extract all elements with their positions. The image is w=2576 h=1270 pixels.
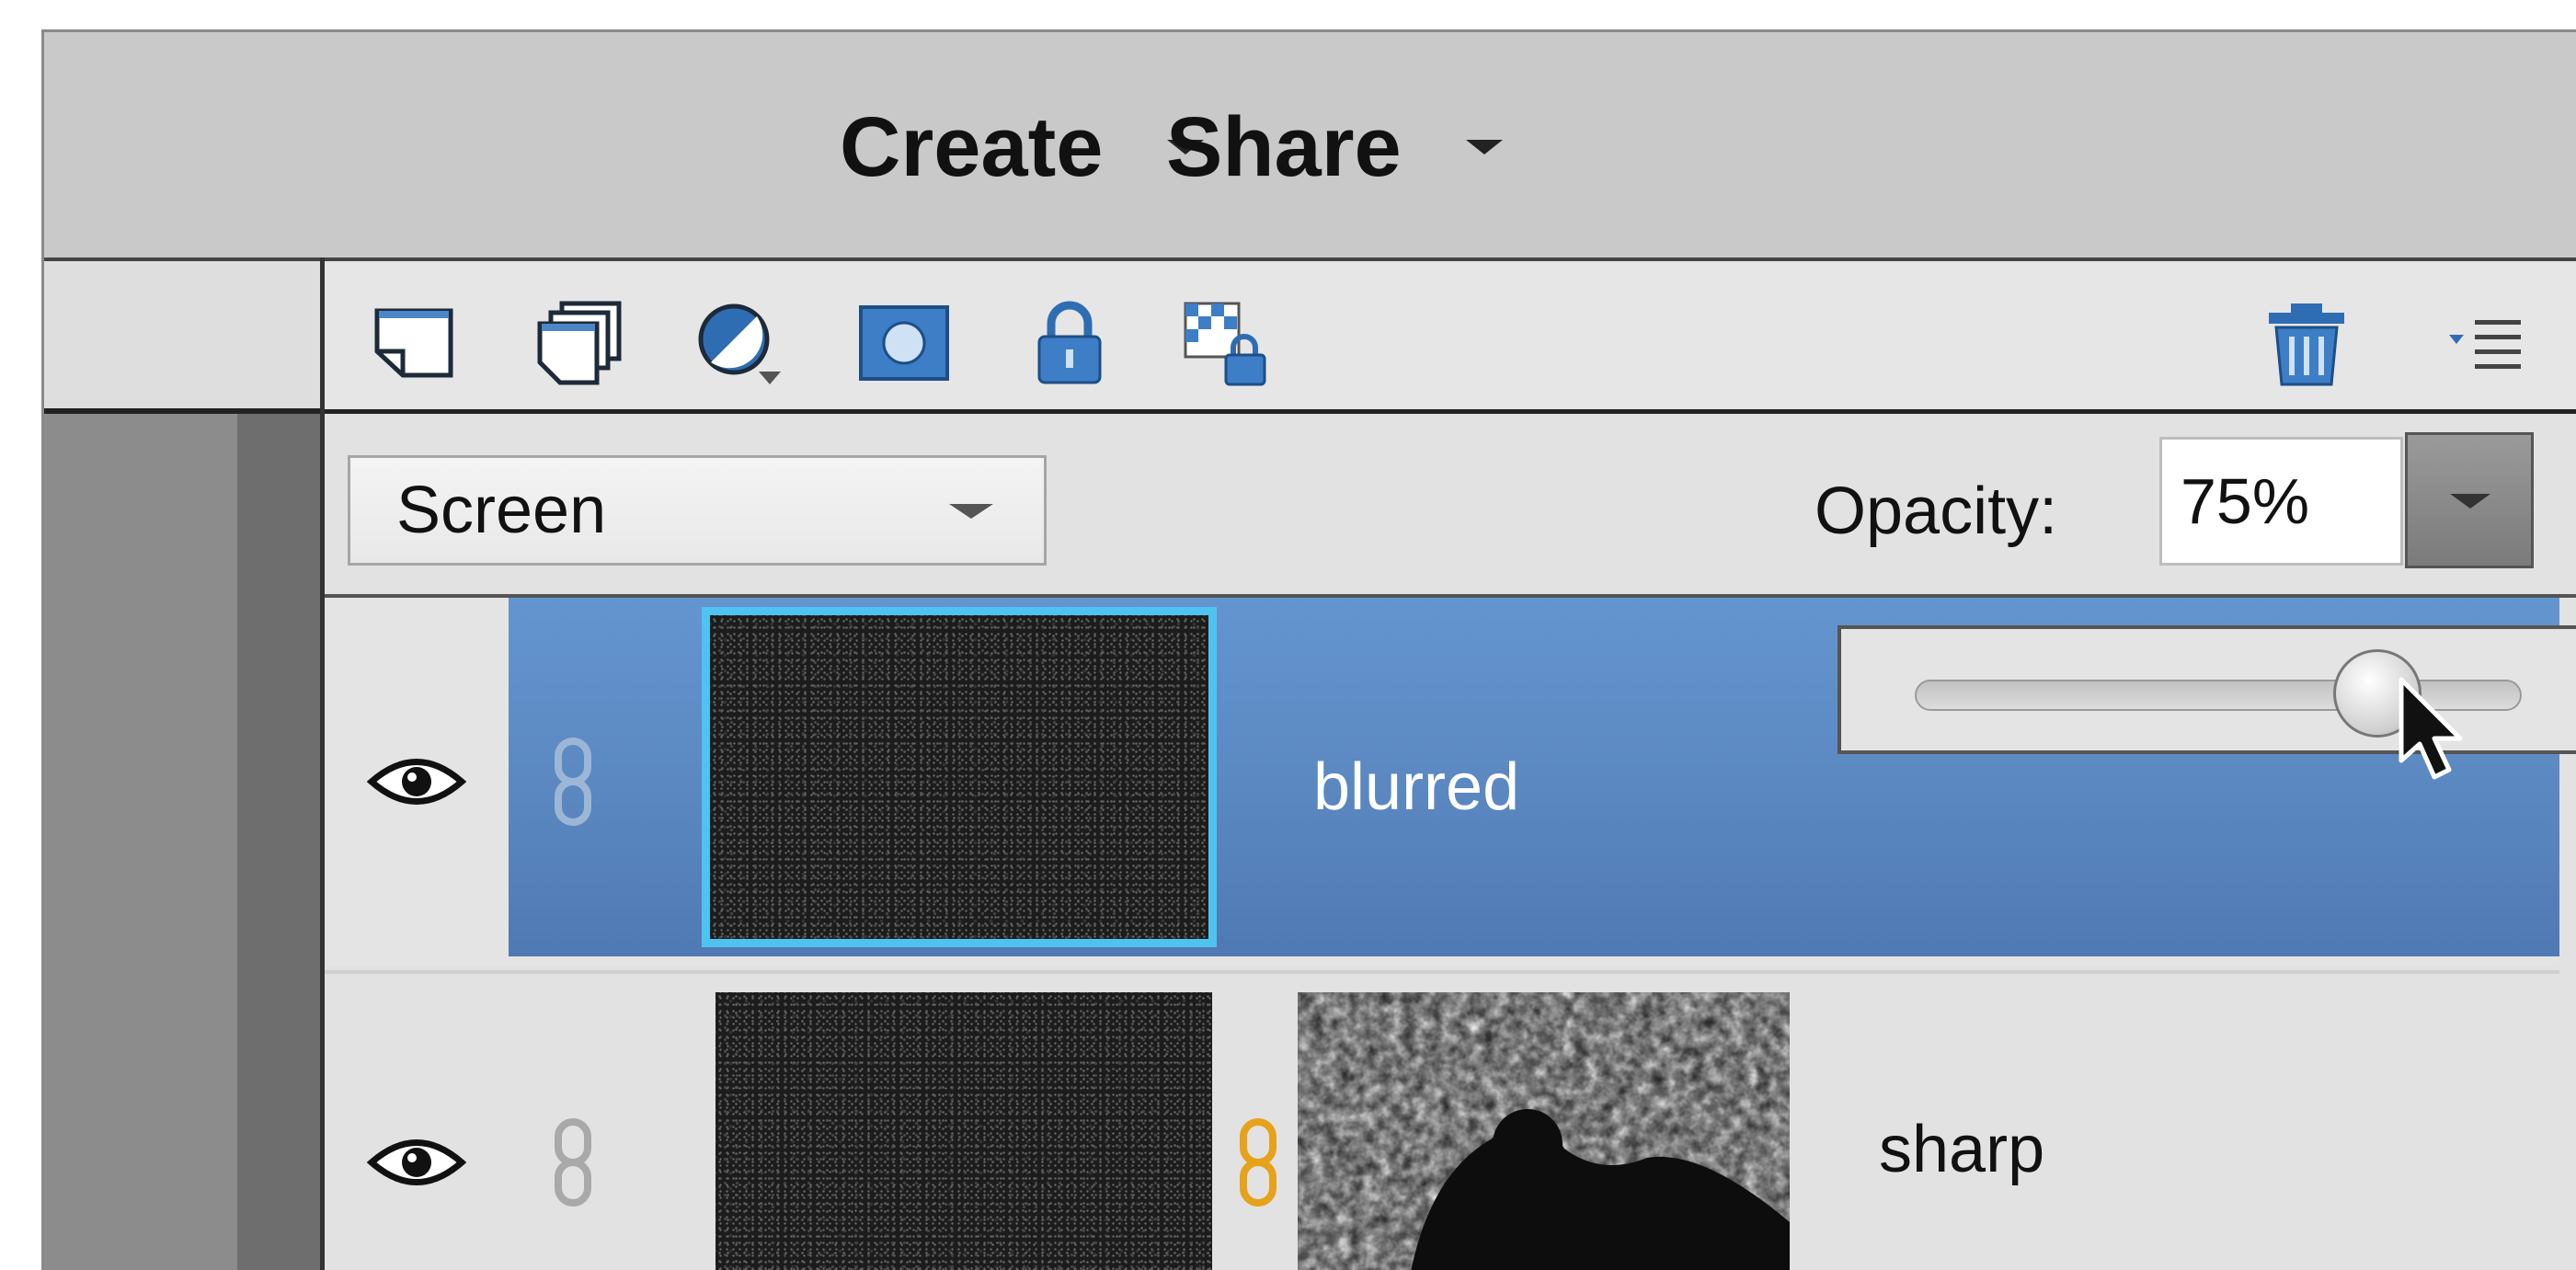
layer-thumbnail[interactable] — [716, 992, 1212, 1270]
link-chain-icon[interactable] — [545, 1116, 601, 1208]
trash-icon[interactable] — [2256, 298, 2357, 390]
layer-name[interactable]: blurred — [1313, 749, 1519, 825]
opacity-label: Opacity: — [1815, 475, 2058, 548]
visibility-eye-icon[interactable] — [366, 1130, 467, 1195]
canvas-area — [44, 414, 237, 1270]
blend-mode-select[interactable]: Screen — [348, 455, 1047, 566]
mask-link-icon[interactable] — [1231, 1116, 1286, 1208]
layer-mask-thumbnail[interactable] — [1298, 992, 1790, 1270]
visibility-eye-icon[interactable] — [366, 749, 467, 814]
layers-panel-window: Create Share Screen Opacity: 75% blurred… — [41, 29, 2576, 1270]
share-menu-label: Share — [1166, 99, 1402, 194]
blend-mode-value: Screen — [396, 474, 607, 547]
opacity-caret-icon — [2450, 494, 2490, 509]
share-dropdown-caret-icon — [1465, 140, 1503, 154]
blend-mode-caret-icon — [949, 504, 993, 519]
layer-thumbnail[interactable] — [702, 607, 1217, 947]
left-panel-strip — [44, 257, 320, 414]
adjustment-layer-icon[interactable] — [693, 298, 794, 390]
layer-mask-icon[interactable] — [853, 298, 955, 390]
link-chain-icon[interactable] — [545, 736, 601, 828]
layer-options-row: Screen Opacity: 75% — [325, 414, 2576, 598]
layer-name[interactable]: sharp — [1879, 1112, 2044, 1187]
layer-row-sharp[interactable]: sharp — [325, 970, 2559, 1270]
share-menu-button[interactable]: Share — [1166, 92, 1503, 202]
menu-bar: Create Share — [44, 32, 2576, 257]
layers-toolbar — [325, 257, 2576, 414]
create-menu-button[interactable]: Create — [840, 92, 1205, 202]
opacity-value: 75% — [2181, 465, 2310, 537]
lock-transparency-icon[interactable] — [1180, 298, 1281, 390]
panel-menu-icon[interactable] — [2440, 298, 2532, 390]
lock-all-icon[interactable] — [1019, 298, 1120, 390]
opacity-input[interactable]: 75% — [2159, 437, 2403, 566]
opacity-dropdown-button[interactable] — [2405, 432, 2534, 568]
mouse-pointer-icon — [2394, 676, 2477, 786]
new-layer-icon[interactable] — [366, 298, 467, 390]
create-menu-label: Create — [840, 99, 1104, 194]
layers-panel: Screen Opacity: 75% blurred sharp — [320, 257, 2576, 1270]
canvas-scroll-edge — [237, 414, 320, 1270]
new-group-icon[interactable] — [527, 298, 628, 390]
